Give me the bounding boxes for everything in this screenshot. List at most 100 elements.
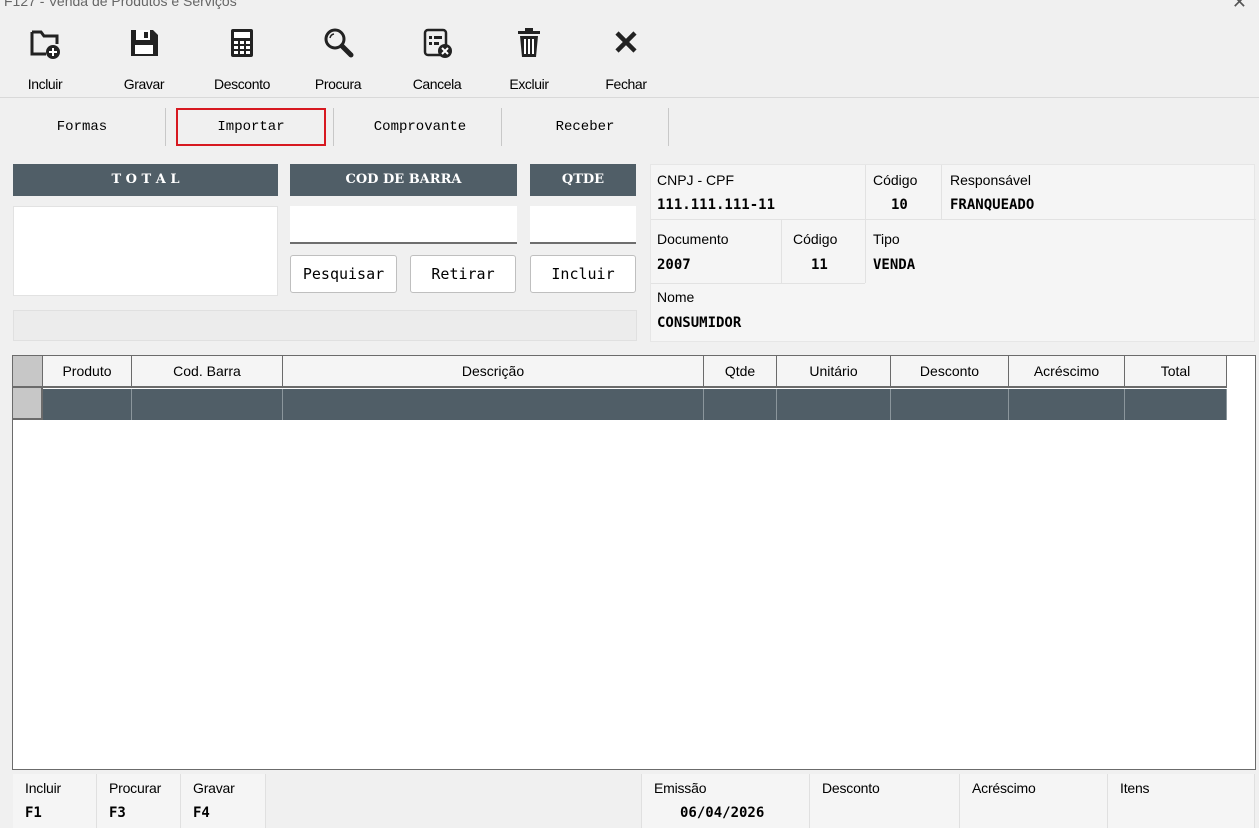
- cancela-label: Cancela: [412, 76, 462, 92]
- shortcut-procurar-key: F3: [109, 805, 126, 821]
- column-header-qtde[interactable]: Qtde: [704, 356, 777, 388]
- total-header: T O T A L: [13, 164, 278, 196]
- total-display: [13, 206, 278, 296]
- qty-input[interactable]: [530, 206, 636, 244]
- column-header-desconto[interactable]: Desconto: [891, 356, 1009, 388]
- grid-cell[interactable]: [132, 389, 283, 420]
- tab-divider: [668, 108, 669, 146]
- title-bar: F127 - Venda de Produtos e Serviços ✕: [0, 0, 1259, 14]
- emissao-value: 06/04/2026: [680, 805, 765, 821]
- shortcut-incluir-key: F1: [25, 805, 42, 821]
- toolbar-divider: [0, 97, 1259, 98]
- acrescimo-total-label: Acréscimo: [972, 780, 1036, 796]
- tab-receber[interactable]: Receber: [510, 108, 660, 146]
- documento-label: Documento: [657, 231, 729, 247]
- search-icon: [324, 28, 354, 58]
- calculator-icon: [231, 29, 253, 57]
- status-spacer: [266, 774, 642, 828]
- incluir-button[interactable]: Incluir: [16, 22, 74, 94]
- info-divider: [651, 283, 865, 284]
- itens-label: Itens: [1120, 780, 1150, 796]
- items-grid[interactable]: Produto Cod. Barra Descrição Qtde Unitár…: [12, 355, 1256, 770]
- barcode-header: COD DE BARRA: [290, 164, 517, 196]
- excluir-button[interactable]: Excluir: [498, 22, 560, 94]
- column-header-descricao[interactable]: Descrição: [283, 356, 704, 388]
- window-title: F127 - Venda de Produtos e Serviços: [4, 0, 237, 9]
- tipo-value: VENDA: [873, 257, 916, 273]
- row-indicator[interactable]: [13, 388, 43, 420]
- excluir-label: Excluir: [509, 76, 549, 92]
- cnpj-label: CNPJ - CPF: [657, 172, 734, 188]
- codigo-value: 11: [811, 257, 828, 273]
- procura-label: Procura: [314, 76, 362, 92]
- desconto-cell: Desconto: [810, 774, 960, 828]
- acrescimo-cell: Acréscimo: [960, 774, 1108, 828]
- tab-divider: [333, 108, 334, 146]
- grid-cell[interactable]: [891, 389, 1009, 420]
- cnpj-value: 111.111.111-11: [657, 197, 776, 213]
- desconto-total-label: Desconto: [822, 780, 880, 796]
- message-bar: [13, 310, 637, 341]
- grid-cell[interactable]: [283, 389, 704, 420]
- shortcut-gravar[interactable]: Gravar F4: [181, 774, 266, 828]
- shortcut-gravar-label: Gravar: [193, 780, 235, 796]
- itens-cell: Itens: [1108, 774, 1255, 828]
- window-close-button[interactable]: ✕: [1232, 0, 1247, 11]
- tab-formas[interactable]: Formas: [20, 108, 144, 146]
- info-divider: [651, 219, 1256, 220]
- nome-value: CONSUMIDOR: [657, 315, 742, 331]
- document-info-panel: CNPJ - CPF 111.111.111-11 Código 10 Resp…: [650, 164, 1256, 342]
- tab-comprovante[interactable]: Comprovante: [340, 108, 500, 146]
- qty-header: QTDE: [530, 164, 636, 196]
- emissao-label: Emissão: [654, 780, 707, 796]
- info-divider: [781, 220, 782, 283]
- incluir-label: Incluir: [27, 76, 63, 92]
- nome-label: Nome: [657, 289, 695, 305]
- tab-divider: [165, 108, 166, 146]
- documento-value: 2007: [657, 257, 691, 273]
- grid-cell[interactable]: [1125, 389, 1227, 420]
- grid-cell[interactable]: [704, 389, 777, 420]
- shortcut-incluir-label: Incluir: [25, 780, 61, 796]
- shortcut-procurar-label: Procurar: [109, 780, 162, 796]
- tipo-label: Tipo: [873, 231, 900, 247]
- codigo-value: 10: [891, 197, 908, 213]
- column-header-unitario[interactable]: Unitário: [777, 356, 891, 388]
- gravar-button[interactable]: Gravar: [112, 22, 176, 94]
- folder-plus-icon: [30, 30, 60, 59]
- codigo-label: Código: [793, 231, 838, 247]
- tab-importar[interactable]: Importar: [176, 108, 326, 146]
- shortcut-incluir[interactable]: Incluir F1: [13, 774, 97, 828]
- info-divider: [865, 165, 866, 283]
- tab-divider: [501, 108, 502, 146]
- grid-cell[interactable]: [43, 389, 132, 420]
- pesquisar-button[interactable]: Pesquisar: [290, 255, 397, 293]
- cancela-button[interactable]: Cancela: [402, 22, 472, 94]
- responsavel-label: Responsável: [950, 172, 1031, 188]
- grid-cell[interactable]: [777, 389, 891, 420]
- desconto-button[interactable]: Desconto: [202, 22, 282, 94]
- barcode-input[interactable]: [290, 206, 517, 244]
- column-header-cod-barra[interactable]: Cod. Barra: [132, 356, 283, 388]
- trash-icon: [518, 28, 540, 57]
- grid-cell[interactable]: [1009, 389, 1125, 420]
- cancel-list-icon: [423, 28, 452, 58]
- fechar-label: Fechar: [605, 76, 647, 92]
- shortcut-procurar[interactable]: Procurar F3: [97, 774, 181, 828]
- column-header-acrescimo[interactable]: Acréscimo: [1009, 356, 1125, 388]
- codigo-label: Código: [873, 172, 918, 188]
- save-icon: [131, 30, 158, 56]
- procura-button[interactable]: Procura: [304, 22, 372, 94]
- incluir-item-button[interactable]: Incluir: [530, 255, 636, 293]
- retirar-button[interactable]: Retirar: [410, 255, 516, 293]
- column-header-produto[interactable]: Produto: [43, 356, 132, 388]
- responsavel-value: FRANQUEADO: [950, 197, 1035, 213]
- desconto-label: Desconto: [214, 76, 270, 92]
- grid-corner: [13, 356, 43, 388]
- fechar-button[interactable]: Fechar: [594, 22, 658, 94]
- info-divider: [941, 165, 942, 219]
- column-header-total[interactable]: Total: [1125, 356, 1227, 388]
- close-icon: [615, 31, 637, 53]
- emissao-cell: Emissão 06/04/2026: [642, 774, 810, 828]
- shortcut-gravar-key: F4: [193, 805, 210, 821]
